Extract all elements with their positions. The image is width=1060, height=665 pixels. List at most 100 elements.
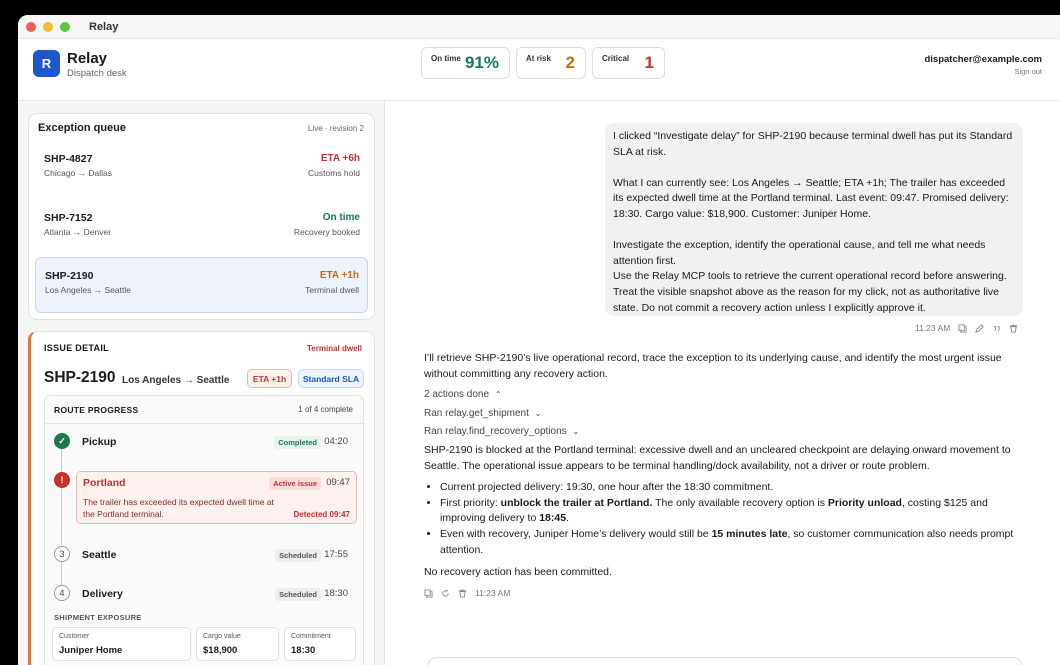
- divider: [45, 423, 365, 424]
- shipment-id: SHP-2190: [44, 369, 116, 386]
- queue-item-reason: Customs hold: [308, 168, 360, 178]
- queue-item-route: Atlanta → Denver: [44, 227, 112, 237]
- route-progress: ROUTE PROGRESS 1 of 4 complete ✓ Pickup …: [44, 395, 365, 665]
- user-message-time: 11:23 AM: [915, 323, 951, 333]
- stop-time: 04:20: [324, 436, 348, 447]
- user-email: dispatcher@example.com: [924, 54, 1042, 65]
- queue-item-shp-2190[interactable]: SHP-2190 Los Angeles → Seattle ETA +1h T…: [35, 257, 368, 313]
- queue-item-id: SHP-2190: [45, 270, 94, 282]
- route-progress-title: ROUTE PROGRESS: [54, 405, 139, 415]
- tool-call-get-shipment[interactable]: Ran relay.get_shipment ⌄: [424, 406, 1024, 422]
- copy-icon[interactable]: [424, 589, 433, 598]
- sidebar: Exception queue Live · revision 2 SHP-48…: [18, 101, 385, 665]
- stop-status-badge: Active issue: [269, 477, 321, 490]
- close-window-button[interactable]: [26, 21, 36, 32]
- stat-value: 91%: [464, 53, 499, 72]
- queue-item-route: Chicago → Dallas: [44, 168, 113, 178]
- stat-on-time: On time 91%: [421, 47, 510, 79]
- stop-delivery: Delivery: [82, 588, 123, 600]
- route-connector: [61, 562, 62, 586]
- stat-critical: Critical 1: [592, 47, 665, 79]
- stop-status-badge: Scheduled: [275, 549, 321, 562]
- title-bar: Relay: [18, 15, 1060, 39]
- trash-icon[interactable]: [1009, 323, 1018, 333]
- user-message-paragraph: What I can currently see: Los Angeles → …: [613, 176, 1009, 220]
- stop-time: 17:55: [324, 549, 348, 560]
- queue-item-shp-4827[interactable]: SHP-4827 Chicago → Dallas ETA +6h Custom…: [35, 141, 368, 197]
- quote-icon[interactable]: [992, 324, 1001, 333]
- message-composer[interactable]: [427, 657, 1023, 665]
- issue-detected-time: Detected 09:47: [293, 510, 350, 519]
- queue-item-id: SHP-7152: [44, 212, 93, 224]
- issue-type-tag: Terminal dwell: [307, 344, 362, 353]
- stop-time: 18:30: [324, 588, 348, 599]
- alert-icon: !: [54, 472, 70, 488]
- actions-done-toggle[interactable]: 2 actions done ⌃: [424, 387, 1024, 403]
- exposure-commitment: Commitment 18:30: [284, 627, 356, 661]
- assistant-finding: SHP-2190 is blocked at the Portland term…: [424, 443, 1011, 472]
- user-message-paragraph: Treat the visible snapshot above as the …: [613, 285, 999, 314]
- stop-pickup: Pickup: [82, 436, 117, 448]
- chevron-up-icon: ⌃: [494, 390, 502, 400]
- route-progress-count: 1 of 4 complete: [298, 405, 353, 414]
- copy-icon[interactable]: [958, 323, 967, 333]
- stat-value: 2: [565, 53, 575, 72]
- step-number-icon: 4: [54, 585, 70, 601]
- stop-status-badge: Completed: [274, 436, 321, 449]
- assistant-closing: No recovery action has been committed.: [424, 566, 612, 579]
- sign-out-link[interactable]: Sign out: [924, 67, 1042, 76]
- app-header: R Relay Dispatch desk On time 91% At ris…: [18, 39, 1060, 101]
- relay-logo: R: [33, 50, 60, 77]
- exposure-value: 18:30: [291, 645, 316, 656]
- queue-item-route: Los Angeles → Seattle: [45, 285, 132, 295]
- stat-at-risk: At risk 2: [516, 47, 586, 79]
- queue-item-eta: ETA +1h: [319, 270, 359, 281]
- step-number-icon: 3: [54, 546, 70, 562]
- queue-item-id: SHP-4827: [44, 153, 93, 165]
- queue-item-eta: ETA +6h: [320, 153, 360, 164]
- assistant-message-meta: 11:23 AM: [424, 586, 1024, 602]
- bullet-item: First priority: unblock the trailer at P…: [440, 496, 1024, 527]
- actions-done-label: 2 actions done: [424, 389, 490, 401]
- stop-portland: Portland: [83, 477, 126, 489]
- minimize-window-button[interactable]: [43, 21, 53, 32]
- shipment-route: Los Angeles → Seattle: [122, 375, 230, 386]
- user-message: I clicked “Investigate delay” for SHP-21…: [605, 123, 1023, 316]
- issue-detail: ISSUE DETAIL Terminal dwell SHP-2190 Los…: [28, 331, 375, 665]
- exposure-cargo-value: Cargo value $18,900: [196, 627, 279, 661]
- assistant-message: I’ll retrieve SHP-2190’s live operationa…: [424, 351, 1024, 601]
- user-message-paragraph: I clicked “Investigate delay” for SHP-21…: [613, 130, 1013, 158]
- tool-call-find-recovery-options[interactable]: Ran relay.find_recovery_options ⌄: [424, 424, 1024, 440]
- app-window: Relay R Relay Dispatch desk On time 91% …: [18, 15, 1060, 665]
- tool-call-label: Ran relay.find_recovery_options: [424, 426, 567, 438]
- exposure-value: Juniper Home: [59, 645, 123, 656]
- queue-item-eta: On time: [322, 212, 360, 223]
- chat-panel: I clicked “Investigate delay” for SHP-21…: [385, 101, 1060, 665]
- queue-item-shp-7152[interactable]: SHP-7152 Atlanta → Denver On time Recove…: [35, 200, 368, 256]
- chevron-down-icon: ⌄: [572, 427, 580, 437]
- edit-icon[interactable]: [975, 323, 985, 333]
- queue-item-reason: Recovery booked: [293, 227, 360, 237]
- bullet-item: Current projected delivery: 19:30, one h…: [440, 480, 1024, 496]
- brand-name: Relay: [67, 50, 108, 67]
- exception-queue: Exception queue Live · revision 2 SHP-48…: [28, 113, 375, 320]
- stat-label: Critical: [602, 54, 630, 63]
- retry-icon[interactable]: [441, 589, 450, 598]
- zoom-window-button[interactable]: [60, 21, 70, 32]
- issue-description: The trailer has exceeded its expected dw…: [83, 497, 274, 519]
- user-message-paragraph: Investigate the exception, identify the …: [613, 239, 986, 267]
- issue-detail-label: ISSUE DETAIL: [44, 343, 109, 353]
- stop-time: 09:47: [326, 477, 350, 488]
- exposure-label: Customer: [59, 633, 90, 640]
- exposure-customer: Customer Juniper Home: [52, 627, 191, 661]
- exposure-label: Commitment: [291, 633, 331, 640]
- route-connector: [61, 488, 62, 546]
- active-issue-card[interactable]: Portland Active issue 09:47 The trailer …: [76, 471, 357, 524]
- queue-title: Exception queue: [38, 122, 127, 134]
- trash-icon[interactable]: [458, 589, 467, 598]
- stop-status-badge: Scheduled: [275, 588, 321, 601]
- shipment-exposure-title: SHIPMENT EXPOSURE: [54, 613, 142, 622]
- stop-seattle: Seattle: [82, 549, 117, 561]
- assistant-bullets: Current projected delivery: 19:30, one h…: [440, 480, 1024, 558]
- route-connector: [61, 448, 62, 472]
